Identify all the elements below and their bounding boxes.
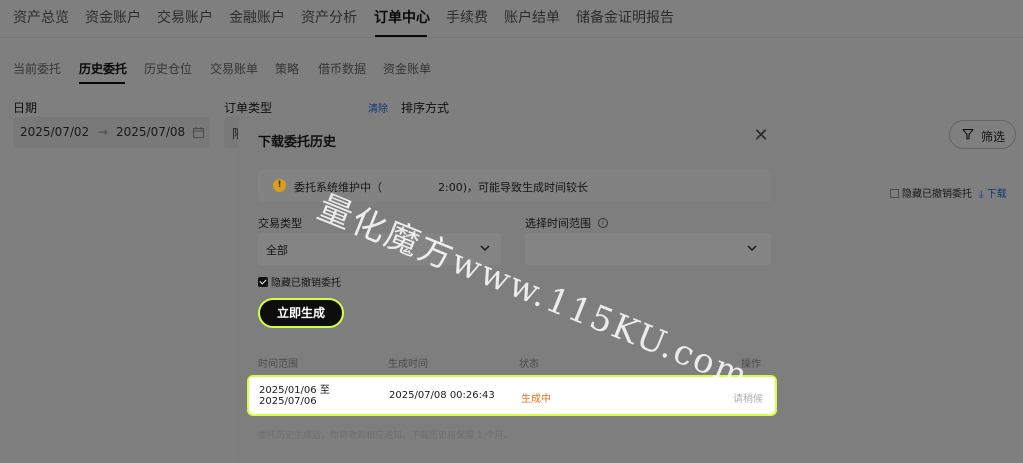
- download-history-modal: 下载委托历史 ✕ ! 委托系统维护中（ 2:00)，可能导致生成时间较长 交易类型…: [238, 118, 791, 463]
- row-time-range: 2025/01/06 至 2025/07/06: [259, 385, 330, 407]
- row-generated-time: 2025/07/08 00:26:43: [389, 390, 495, 401]
- col-header-generated-time: 生成时间: [388, 359, 428, 370]
- table-row: 2025/01/06 至 2025/07/06 2025/07/08 00:26…: [247, 375, 777, 416]
- warning-icon: !: [273, 179, 286, 192]
- trade-type-select[interactable]: 全部: [258, 233, 501, 265]
- close-icon[interactable]: ✕: [752, 127, 770, 145]
- info-icon[interactable]: i: [598, 218, 608, 228]
- modal-title: 下载委托历史: [258, 135, 337, 150]
- col-header-time-range: 时间范围: [258, 359, 298, 370]
- time-range-label: 选择时间范围: [525, 217, 591, 230]
- col-header-status: 状态: [519, 359, 539, 370]
- checkbox-checked-icon: [258, 277, 268, 287]
- hide-cancelled-checkbox-label: 隐藏已撤销委托: [271, 278, 341, 289]
- col-header-action: 操作: [741, 359, 761, 370]
- chevron-down-icon: [480, 245, 490, 252]
- generate-now-button[interactable]: 立即生成: [258, 298, 344, 328]
- maintenance-notice: ! 委托系统维护中（ 2:00)，可能导致生成时间较长: [258, 170, 771, 202]
- chevron-down-icon: [747, 245, 757, 252]
- time-range-select[interactable]: [525, 233, 771, 265]
- trade-type-label: 交易类型: [258, 217, 302, 230]
- modal-footnote: 委托历史生成后，你将收到相应通知。下载历史将保留 1 个月。: [258, 431, 513, 441]
- trade-type-value: 全部: [266, 244, 288, 257]
- hide-cancelled-checkbox[interactable]: 隐藏已撤销委托: [258, 274, 341, 289]
- notice-text: 委托系统维护中（ 2:00)，可能导致生成时间较长: [294, 181, 588, 194]
- row-status: 生成中: [521, 394, 551, 405]
- row-action: 请稍候: [733, 394, 763, 405]
